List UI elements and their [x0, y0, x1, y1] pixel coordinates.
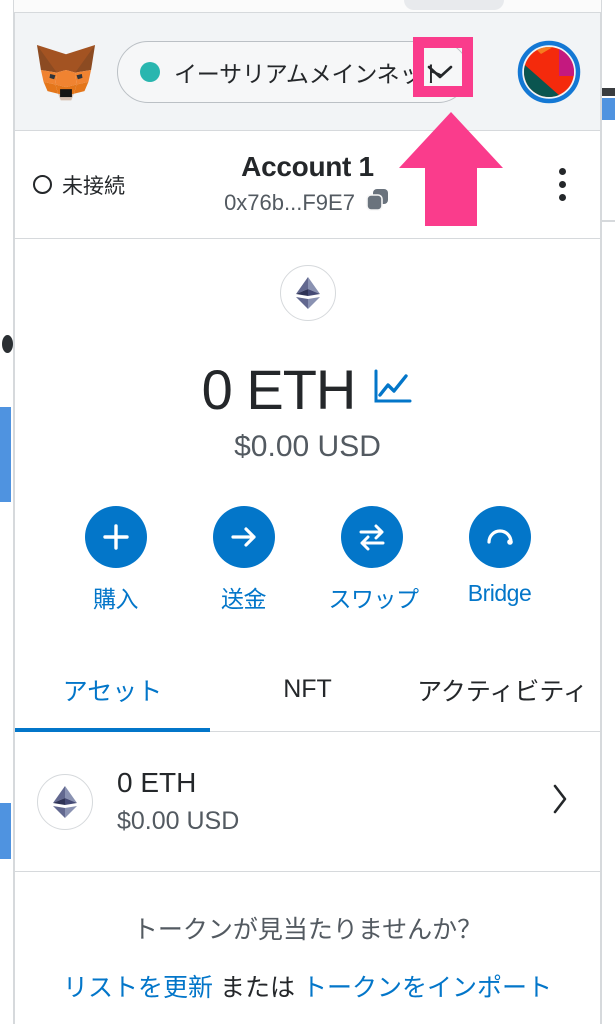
send-button[interactable]: 送金	[201, 506, 287, 614]
missing-token-question: トークンが見当たりませんか？	[132, 916, 483, 944]
background-right-dark-bar	[602, 88, 615, 96]
chevron-down-icon[interactable]	[426, 58, 454, 86]
balance-fiat-value: $0.00 USD	[234, 430, 381, 463]
network-name-label: イーサリアムメインネット	[174, 60, 446, 87]
balance-amount: 0 ETH	[201, 358, 357, 421]
app-header: イーサリアムメインネット	[15, 13, 600, 131]
ethereum-icon	[279, 265, 336, 321]
tab-activity[interactable]: アクティビティ	[405, 648, 600, 731]
footer-links: リストを更新 または トークンをインポート	[15, 968, 600, 1004]
bridge-arc-icon	[468, 506, 531, 568]
balance-section: 0 ETH $0.00 USD	[15, 239, 600, 472]
bridge-button-label: Bridge	[467, 580, 532, 606]
refresh-list-link[interactable]: リストを更新	[63, 974, 213, 1002]
token-fiat-value: $0.00 USD	[117, 807, 240, 835]
plus-icon	[84, 506, 147, 568]
line-chart-icon[interactable]	[373, 369, 413, 410]
action-buttons: 購入 送金 スワップ Bridge	[15, 472, 600, 634]
ethereum-icon	[37, 773, 93, 830]
not-connected-icon	[33, 175, 52, 194]
network-status-dot	[140, 61, 160, 82]
token-footer: トークンが見当たりませんか？ リストを更新 または トークンをインポート	[15, 872, 600, 1004]
tab-bar: アセット NFT アクティビティ	[15, 648, 600, 732]
arrow-right-icon	[212, 506, 275, 568]
extension-popup: イーサリアムメインネット 未接続 Account 1 0x76b...F9E7 …	[14, 12, 601, 1024]
background-page-top	[0, 0, 615, 12]
background-blue-element-upper	[0, 407, 11, 502]
background-dark-element	[2, 335, 13, 353]
token-amount: 0 ETH	[117, 767, 197, 798]
tab-nft-label: NFT	[283, 675, 332, 703]
account-address-row[interactable]: 0x76b...F9E7	[224, 187, 391, 218]
background-page-right-edge	[601, 0, 615, 1024]
tab-activity-label: アクティビティ	[417, 677, 588, 706]
account-avatar[interactable]	[516, 39, 582, 105]
swap-button[interactable]: スワップ	[328, 506, 420, 614]
connection-status[interactable]: 未接続	[33, 170, 223, 200]
background-blue-element-lower	[0, 803, 11, 859]
connection-status-label: 未接続	[62, 174, 125, 198]
background-rounded-notch	[404, 0, 504, 10]
footer-conjunction: または	[219, 974, 295, 1002]
background-right-divider	[602, 220, 615, 222]
tab-nft[interactable]: NFT	[210, 648, 405, 731]
copy-icon[interactable]	[365, 187, 391, 218]
chevron-right-icon[interactable]	[550, 782, 578, 821]
tab-assets[interactable]: アセット	[15, 648, 210, 732]
network-selector[interactable]: イーサリアムメインネット	[117, 40, 469, 103]
bridge-button[interactable]: Bridge	[457, 506, 543, 614]
swap-button-label: スワップ	[328, 586, 420, 612]
account-address: 0x76b...F9E7	[224, 189, 355, 215]
kebab-menu-icon[interactable]	[542, 162, 582, 208]
metamask-fox-logo[interactable]	[33, 41, 99, 103]
import-token-link[interactable]: トークンをインポート	[302, 974, 552, 1002]
background-page-left-edge	[0, 0, 14, 1024]
balance-amount-row: 0 ETH	[15, 357, 600, 422]
metamask-popup-screen: イーサリアムメインネット 未接続 Account 1 0x76b...F9E7 …	[0, 0, 615, 1024]
background-right-blue-bar	[602, 98, 615, 120]
tab-assets-label: アセット	[62, 677, 163, 706]
swap-arrows-icon	[340, 506, 403, 568]
buy-button-label: 購入	[93, 586, 139, 612]
account-bar: 未接続 Account 1 0x76b...F9E7	[15, 131, 600, 239]
buy-button[interactable]: 購入	[73, 506, 159, 614]
token-list-item[interactable]: 0 ETH $0.00 USD	[15, 732, 600, 872]
token-info: 0 ETH $0.00 USD	[117, 767, 239, 836]
send-button-label: 送金	[221, 586, 267, 612]
